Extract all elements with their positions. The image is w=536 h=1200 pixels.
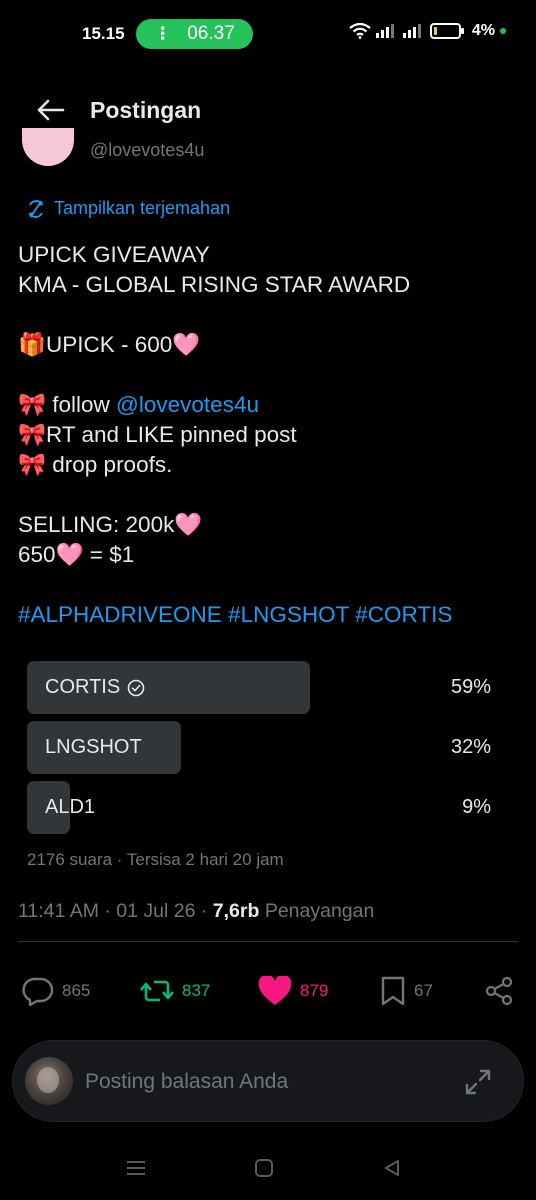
poll-option-label: CORTIS bbox=[45, 661, 145, 714]
home-square-icon bbox=[255, 1159, 273, 1177]
hashtag-line: #ALPHADRIVEONE #LNGSHOT #CORTIS bbox=[18, 600, 518, 630]
poll-option-percent: 9% bbox=[462, 796, 491, 818]
post-line: 🎁UPICK - 600🩷 bbox=[18, 332, 201, 357]
poll-option-text: CORTIS bbox=[45, 676, 121, 698]
post-line: 🎀 drop proofs. bbox=[18, 452, 173, 477]
divider bbox=[18, 941, 518, 942]
recents-button[interactable] bbox=[124, 1156, 148, 1180]
ongoing-call-pill[interactable]: ⋮ 06.37 bbox=[136, 19, 253, 49]
reply-composer[interactable]: Posting balasan Anda bbox=[12, 1040, 524, 1122]
back-arrow-icon bbox=[37, 99, 65, 121]
poll-option-label: ALD1 bbox=[45, 796, 96, 818]
repost-button[interactable]: 837 bbox=[140, 970, 210, 1012]
share-button[interactable] bbox=[484, 970, 514, 1012]
signal-icon bbox=[375, 24, 394, 38]
post-line: SELLING: 200k🩷 bbox=[18, 512, 203, 537]
expand-icon[interactable] bbox=[463, 1067, 493, 1097]
author-handle[interactable]: @lovevotes4u bbox=[90, 140, 204, 162]
poll-option-percent: 32% bbox=[450, 736, 491, 758]
show-translation-link[interactable]: Tampilkan terjemahan bbox=[26, 198, 230, 219]
bookmark-button[interactable]: 67 bbox=[380, 970, 433, 1012]
mention-link[interactable]: @lovevotes4u bbox=[116, 392, 259, 417]
poll-option: ALD1 9% bbox=[27, 781, 495, 834]
post-time: 11:41 AM bbox=[18, 900, 99, 922]
system-back-button[interactable] bbox=[380, 1156, 404, 1180]
share-icon bbox=[485, 976, 513, 1006]
post-timestamp: 11:41 AM · 01 Jul 26 · 7,6rb Penayangan bbox=[18, 900, 375, 922]
bookmark-icon bbox=[381, 976, 405, 1006]
post-line: 650🩷 = $1 bbox=[18, 542, 135, 567]
battery-level: 4% bbox=[471, 22, 495, 39]
heart-icon bbox=[258, 976, 292, 1005]
reply-button[interactable]: 865 bbox=[22, 970, 90, 1012]
notification-dot bbox=[500, 28, 506, 34]
wifi-icon bbox=[349, 23, 371, 39]
reply-input[interactable]: Posting balasan Anda bbox=[85, 1041, 288, 1123]
call-duration: 06.37 bbox=[187, 23, 235, 44]
home-button[interactable] bbox=[252, 1156, 276, 1180]
menu-icon bbox=[127, 1161, 145, 1175]
translate-icon bbox=[28, 199, 44, 218]
reply-count: 865 bbox=[62, 981, 91, 1000]
post-line: 🎀RT and LIKE pinned post bbox=[18, 422, 297, 447]
view-label: Penayangan bbox=[264, 900, 375, 922]
back-button[interactable] bbox=[30, 90, 70, 130]
repost-icon bbox=[140, 980, 174, 1002]
poll-option-label: LNGSHOT bbox=[45, 736, 142, 758]
status-bar: 15.15 ⋮ 06.37 4% bbox=[0, 0, 536, 66]
back-triangle-icon bbox=[385, 1160, 399, 1176]
battery-icon bbox=[429, 23, 464, 39]
status-time: 15.15 bbox=[82, 24, 125, 43]
hashtag-link[interactable]: #LNGSHOT bbox=[228, 602, 349, 627]
poll-option: CORTIS 59% bbox=[27, 661, 495, 714]
signal-icon bbox=[402, 24, 421, 38]
post-line-text: 🎀 follow bbox=[18, 392, 117, 417]
bookmark-count: 67 bbox=[414, 981, 433, 1000]
like-count: 879 bbox=[300, 981, 329, 1000]
top-bar: Postingan bbox=[0, 82, 536, 138]
like-button[interactable]: 879 bbox=[258, 970, 328, 1012]
status-icons: 4% bbox=[349, 22, 506, 40]
post-line: 🎀 follow @lovevotes4u bbox=[18, 390, 518, 420]
repost-count: 837 bbox=[182, 981, 211, 1000]
show-translation-label: Tampilkan terjemahan bbox=[54, 198, 231, 218]
poll: CORTIS 59% LNGSHOT 32% ALD1 9% bbox=[27, 661, 495, 841]
post-line: KMA - GLOBAL RISING STAR AWARD bbox=[18, 272, 411, 297]
hashtag-link[interactable]: #CORTIS bbox=[355, 602, 452, 627]
post-date: 01 Jul 26 bbox=[116, 900, 196, 922]
verified-check-icon bbox=[127, 679, 145, 696]
poll-meta: 2176 suara · Tersisa 2 hari 20 jam bbox=[27, 850, 284, 869]
post-body: UPICK GIVEAWAY KMA - GLOBAL RISING STAR … bbox=[18, 240, 518, 630]
action-bar: 865 837 879 67 bbox=[0, 970, 536, 1012]
system-nav-bar bbox=[0, 1148, 536, 1188]
reply-icon bbox=[22, 977, 54, 1006]
page-title: Postingan bbox=[90, 96, 202, 123]
poll-option-percent: 59% bbox=[450, 676, 491, 698]
hashtag-link[interactable]: #ALPHADRIVEONE bbox=[18, 602, 222, 627]
view-count[interactable]: 7,6rb bbox=[213, 900, 260, 922]
post-line: UPICK GIVEAWAY bbox=[18, 242, 210, 267]
poll-option: LNGSHOT 32% bbox=[27, 721, 495, 774]
user-avatar bbox=[25, 1057, 73, 1105]
call-indicator-icon: ⋮ bbox=[154, 24, 172, 43]
